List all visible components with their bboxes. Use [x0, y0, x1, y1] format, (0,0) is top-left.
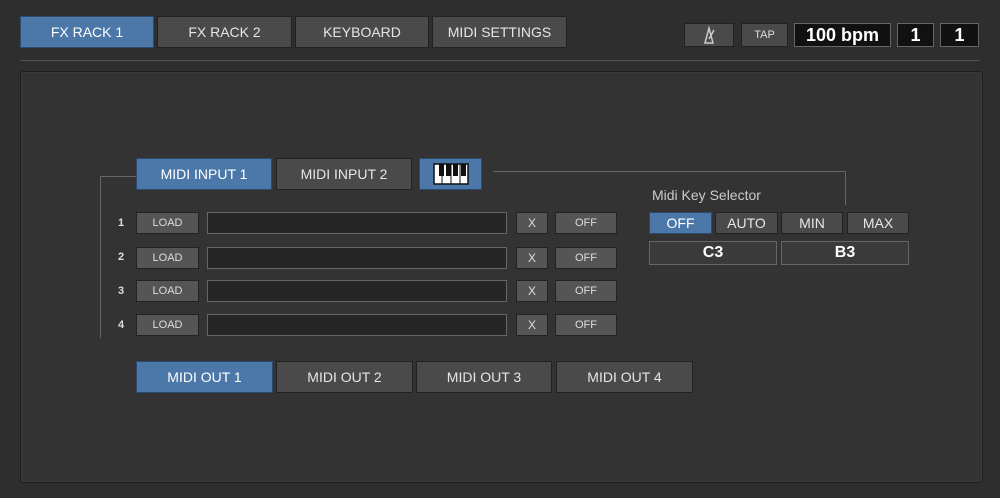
tab-midi-out-2[interactable]: MIDI OUT 2 — [276, 361, 413, 393]
keyboard-view-button[interactable] — [419, 158, 482, 190]
slot-toggle-button[interactable]: OFF — [555, 314, 617, 336]
clear-slot-button[interactable]: X — [516, 314, 548, 336]
slot-name-field[interactable] — [207, 247, 507, 269]
slot-name-field[interactable] — [207, 280, 507, 302]
slot-toggle-button[interactable]: OFF — [555, 247, 617, 269]
bar-display[interactable]: 1 — [897, 23, 934, 47]
bracket-line-top-left — [100, 176, 136, 177]
main-panel — [20, 71, 983, 483]
tab-midi-out-3[interactable]: MIDI OUT 3 — [416, 361, 552, 393]
bracket-line-top-right — [493, 171, 845, 172]
tab-midi-input-2[interactable]: MIDI INPUT 2 — [276, 158, 412, 190]
tab-fx-rack-2[interactable]: FX RACK 2 — [157, 16, 292, 48]
slot-number: 1 — [118, 217, 125, 229]
tap-tempo-button[interactable]: TAP — [741, 23, 788, 47]
clear-slot-button[interactable]: X — [516, 280, 548, 302]
slot-name-field[interactable] — [207, 212, 507, 234]
metronome-button[interactable] — [684, 23, 734, 47]
clear-slot-button[interactable]: X — [516, 247, 548, 269]
key-mode-max[interactable]: MAX — [847, 212, 909, 234]
tab-midi-out-1[interactable]: MIDI OUT 1 — [136, 361, 273, 393]
tab-midi-out-4[interactable]: MIDI OUT 4 — [556, 361, 693, 393]
slot-toggle-button[interactable]: OFF — [555, 212, 617, 234]
piano-keys-icon — [432, 163, 469, 185]
load-button[interactable]: LOAD — [136, 247, 199, 269]
load-button[interactable]: LOAD — [136, 280, 199, 302]
slot-number: 4 — [118, 319, 125, 331]
tab-keyboard[interactable]: KEYBOARD — [295, 16, 429, 48]
slot-number: 2 — [118, 251, 125, 263]
tab-fx-rack-1[interactable]: FX RACK 1 — [20, 16, 154, 48]
slot-number: 3 — [118, 285, 125, 297]
load-button[interactable]: LOAD — [136, 314, 199, 336]
load-button[interactable]: LOAD — [136, 212, 199, 234]
bracket-line-left — [100, 176, 101, 338]
slot-toggle-button[interactable]: OFF — [555, 280, 617, 302]
key-mode-off[interactable]: OFF — [649, 212, 712, 234]
low-note-display[interactable]: C3 — [649, 241, 777, 265]
clear-slot-button[interactable]: X — [516, 212, 548, 234]
metronome-icon — [704, 26, 715, 44]
key-mode-min[interactable]: MIN — [781, 212, 843, 234]
beat-display[interactable]: 1 — [940, 23, 979, 47]
key-mode-auto[interactable]: AUTO — [715, 212, 778, 234]
bracket-line-right — [845, 171, 846, 205]
tab-midi-input-1[interactable]: MIDI INPUT 1 — [136, 158, 272, 190]
tab-midi-settings[interactable]: MIDI SETTINGS — [432, 16, 567, 48]
slot-name-field[interactable] — [207, 314, 507, 336]
key-selector-title: Midi Key Selector — [652, 187, 761, 203]
bpm-display[interactable]: 100 bpm — [794, 23, 891, 47]
high-note-display[interactable]: B3 — [781, 241, 909, 265]
header-separator — [20, 60, 980, 61]
